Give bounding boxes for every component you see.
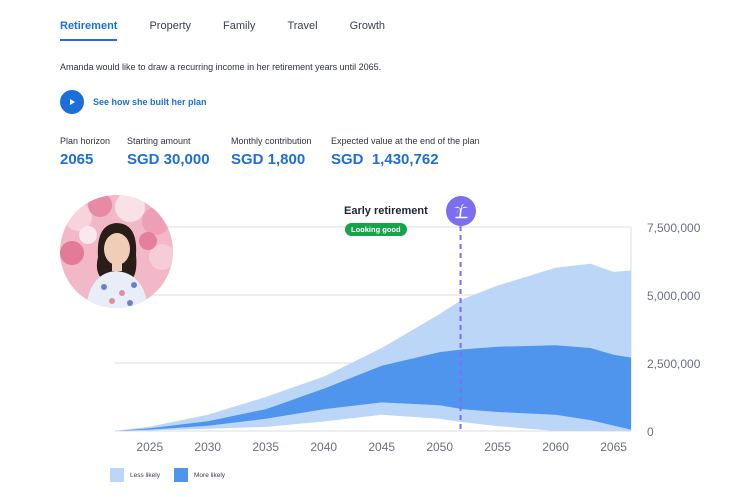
x-tick-label: 2065 (600, 440, 627, 454)
x-tick-label: 2025 (136, 440, 163, 454)
x-tick-label: 2045 (368, 440, 395, 454)
legend-swatch (110, 468, 124, 482)
y-tick-label: 7,500,000 (647, 221, 701, 235)
legend-more-likely: More likely (174, 468, 225, 482)
palm-tree-icon[interactable] (445, 196, 476, 226)
y-tick-label: 0 (647, 425, 654, 439)
x-tick-label: 2055 (484, 440, 511, 454)
x-tick-label: 2030 (194, 440, 221, 454)
status-badge: Looking good (345, 223, 407, 236)
x-tick-label: 2060 (542, 440, 569, 454)
x-tick-label: 2040 (310, 440, 337, 454)
x-tick-label: 2035 (252, 440, 279, 454)
legend-label: Less likely (130, 471, 160, 479)
y-tick-label: 5,000,000 (647, 289, 701, 303)
legend-label: More likely (194, 471, 226, 479)
avatar (60, 195, 173, 308)
x-tick-label: 2050 (426, 440, 453, 454)
marker-title: Early retirement (344, 205, 428, 217)
legend-less-likely: Less likely (110, 468, 160, 482)
y-tick-label: 2,500,000 (647, 357, 701, 371)
legend-swatch (174, 468, 188, 482)
